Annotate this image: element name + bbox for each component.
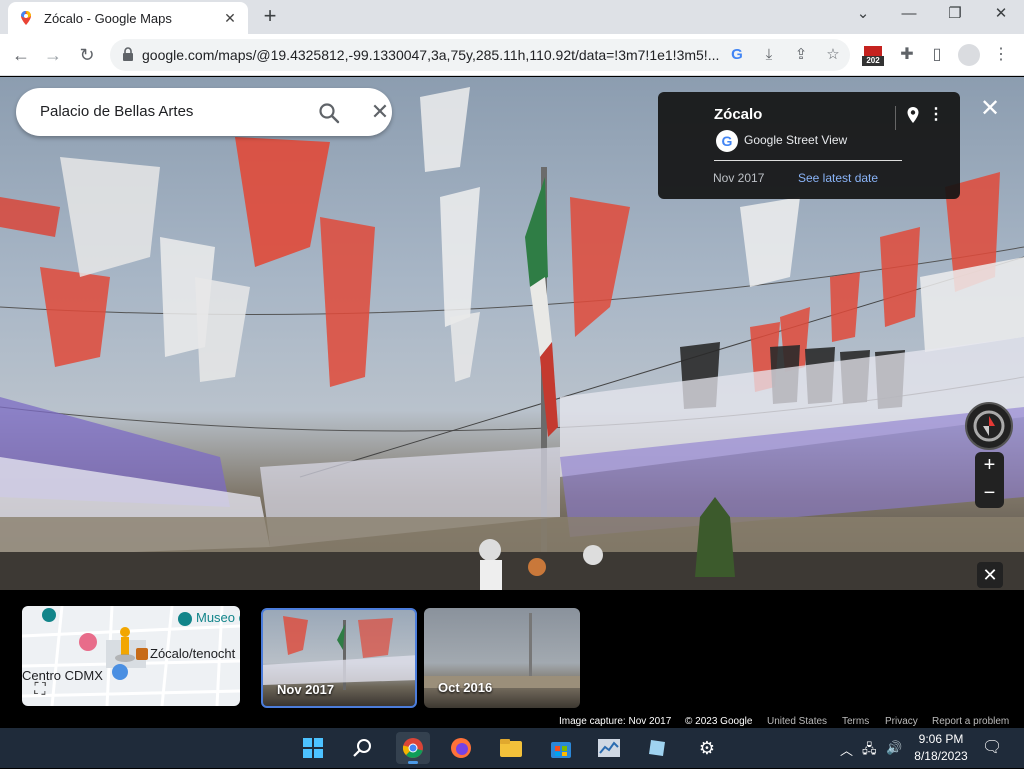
copyright-text: © 2023 Google — [685, 716, 753, 727]
reload-button[interactable]: ↻ — [74, 42, 100, 68]
tab-title: Zócalo - Google Maps — [44, 10, 172, 26]
settings-gear-icon[interactable]: ⚙ — [690, 732, 724, 764]
address-bar[interactable]: google.com/maps/@19.4325812,-99.1330047,… — [110, 39, 850, 71]
tab-search-chevron-icon[interactable]: ⌄ — [840, 0, 886, 30]
hotel-pin-icon — [79, 633, 97, 651]
minimap[interactable]: Museo de las C Zócalo/tenocht Centro CDM… — [22, 606, 240, 706]
extension-badge-count: 202 — [862, 56, 884, 66]
report-problem-link[interactable]: Report a problem — [932, 716, 1009, 727]
museum-label: Museo de las C — [196, 610, 240, 625]
tab-close-icon[interactable]: ✕ — [222, 10, 238, 27]
google-logo-icon: G — [716, 130, 738, 152]
more-options-icon[interactable]: ⋮ — [928, 106, 944, 126]
microsoft-store-icon[interactable] — [544, 732, 578, 764]
side-panel-icon[interactable]: ▯ — [926, 44, 948, 66]
chrome-taskbar-icon[interactable] — [396, 732, 430, 764]
install-app-icon[interactable]: ⤓ — [760, 46, 778, 64]
museum-pin-icon — [178, 612, 192, 626]
volume-icon[interactable]: 🔊 — [886, 740, 902, 756]
browser-menu-icon[interactable]: ⋮ — [990, 44, 1012, 66]
minimize-button[interactable]: — — [886, 0, 932, 30]
zoom-control: + − — [975, 452, 1004, 508]
place-pin-icon — [136, 648, 148, 660]
app-taskbar-icon[interactable] — [640, 732, 674, 764]
search-icon[interactable] — [318, 102, 340, 124]
system-clock[interactable]: 9:06 PM 8/18/2023 — [906, 731, 976, 765]
search-input[interactable]: Palacio de Bellas Artes — [40, 88, 193, 136]
shopping-pin-icon — [112, 664, 128, 680]
image-capture-text: Image capture: Nov 2017 — [559, 716, 672, 727]
browser-toolbar: ← → ↻ google.com/maps/@19.4325812,-99.13… — [0, 34, 1024, 76]
bookmark-star-icon[interactable]: ☆ — [824, 46, 842, 64]
browser-tab-strip: Zócalo - Google Maps ✕ + ⌄ — ❐ ✕ — [0, 0, 1024, 34]
zocalo-label: Zócalo/tenocht — [150, 646, 236, 661]
region-link[interactable]: United States — [767, 716, 827, 727]
clear-search-icon[interactable]: ✕ — [368, 101, 392, 125]
divider — [714, 160, 902, 161]
close-window-button[interactable]: ✕ — [978, 0, 1024, 30]
task-manager-icon[interactable] — [592, 732, 626, 764]
close-timeline-button[interactable]: ✕ — [977, 562, 1003, 588]
bottom-panel: Museo de las C Zócalo/tenocht Centro CDM… — [0, 590, 1024, 728]
extensions-puzzle-icon[interactable]: ✚ — [896, 44, 918, 66]
thumbnail-date-label: Nov 2017 — [277, 682, 335, 697]
google-lens-icon[interactable]: G — [728, 46, 746, 64]
browser-tab[interactable]: Zócalo - Google Maps ✕ — [8, 2, 248, 34]
clock-date: 8/18/2023 — [914, 749, 968, 763]
image-source: Google Street View — [744, 133, 848, 147]
share-icon[interactable]: ⇪ — [792, 46, 810, 64]
timeline-thumbnail-oct-2016[interactable]: Oct 2016 — [424, 608, 580, 708]
url-text: google.com/maps/@19.4325812,-99.1330047,… — [142, 47, 720, 63]
terms-link[interactable]: Terms — [842, 716, 869, 727]
search-box[interactable]: Palacio de Bellas Artes ✕ — [16, 88, 392, 136]
expand-map-icon[interactable]: ⛶ — [30, 680, 50, 700]
privacy-link[interactable]: Privacy — [885, 716, 918, 727]
show-hidden-icons-chevron[interactable]: ︿ — [840, 740, 853, 759]
compass-icon — [973, 410, 1005, 442]
notifications-icon[interactable]: 🗨 — [982, 737, 1002, 757]
back-button[interactable]: ← — [8, 42, 34, 68]
clock-time: 9:06 PM — [918, 732, 964, 746]
google-maps-icon — [21, 11, 31, 25]
firefox-taskbar-icon[interactable] — [444, 732, 478, 764]
forward-button[interactable]: → — [40, 42, 66, 68]
see-latest-date-link[interactable]: See latest date — [798, 171, 878, 185]
restore-button[interactable]: ❐ — [932, 0, 978, 30]
location-pin-icon[interactable] — [906, 106, 920, 124]
thumbnail-date-label: Oct 2016 — [438, 680, 493, 695]
street-view-info-card: Zócalo ⋮ G Google Street View Nov 2017 S… — [658, 92, 960, 199]
timeline-thumbnail-nov-2017[interactable]: Nov 2017 — [261, 608, 417, 708]
divider — [895, 106, 896, 130]
windows-taskbar: ⚙ ︿ 🖧 🔊 9:06 PM 8/18/2023 🗨 — [0, 728, 1024, 768]
zoom-out-button[interactable]: − — [975, 480, 1004, 507]
new-tab-button[interactable]: + — [258, 5, 282, 29]
network-icon[interactable]: 🖧 — [862, 740, 877, 762]
search-icon[interactable] — [346, 732, 380, 764]
place-name[interactable]: Zócalo — [714, 106, 762, 123]
compass-control[interactable] — [965, 402, 1013, 450]
capture-date[interactable]: Nov 2017 — [713, 171, 764, 185]
file-explorer-icon[interactable] — [494, 732, 528, 764]
start-menu-icon[interactable] — [296, 732, 330, 764]
close-street-view-button[interactable]: ✕ — [978, 97, 1002, 121]
lock-icon — [123, 47, 133, 61]
zoom-in-button[interactable]: + — [975, 452, 1004, 479]
profile-avatar[interactable] — [958, 44, 980, 66]
calendar-extension-icon[interactable]: 202 — [862, 44, 884, 66]
museum-pin-icon — [42, 608, 56, 622]
